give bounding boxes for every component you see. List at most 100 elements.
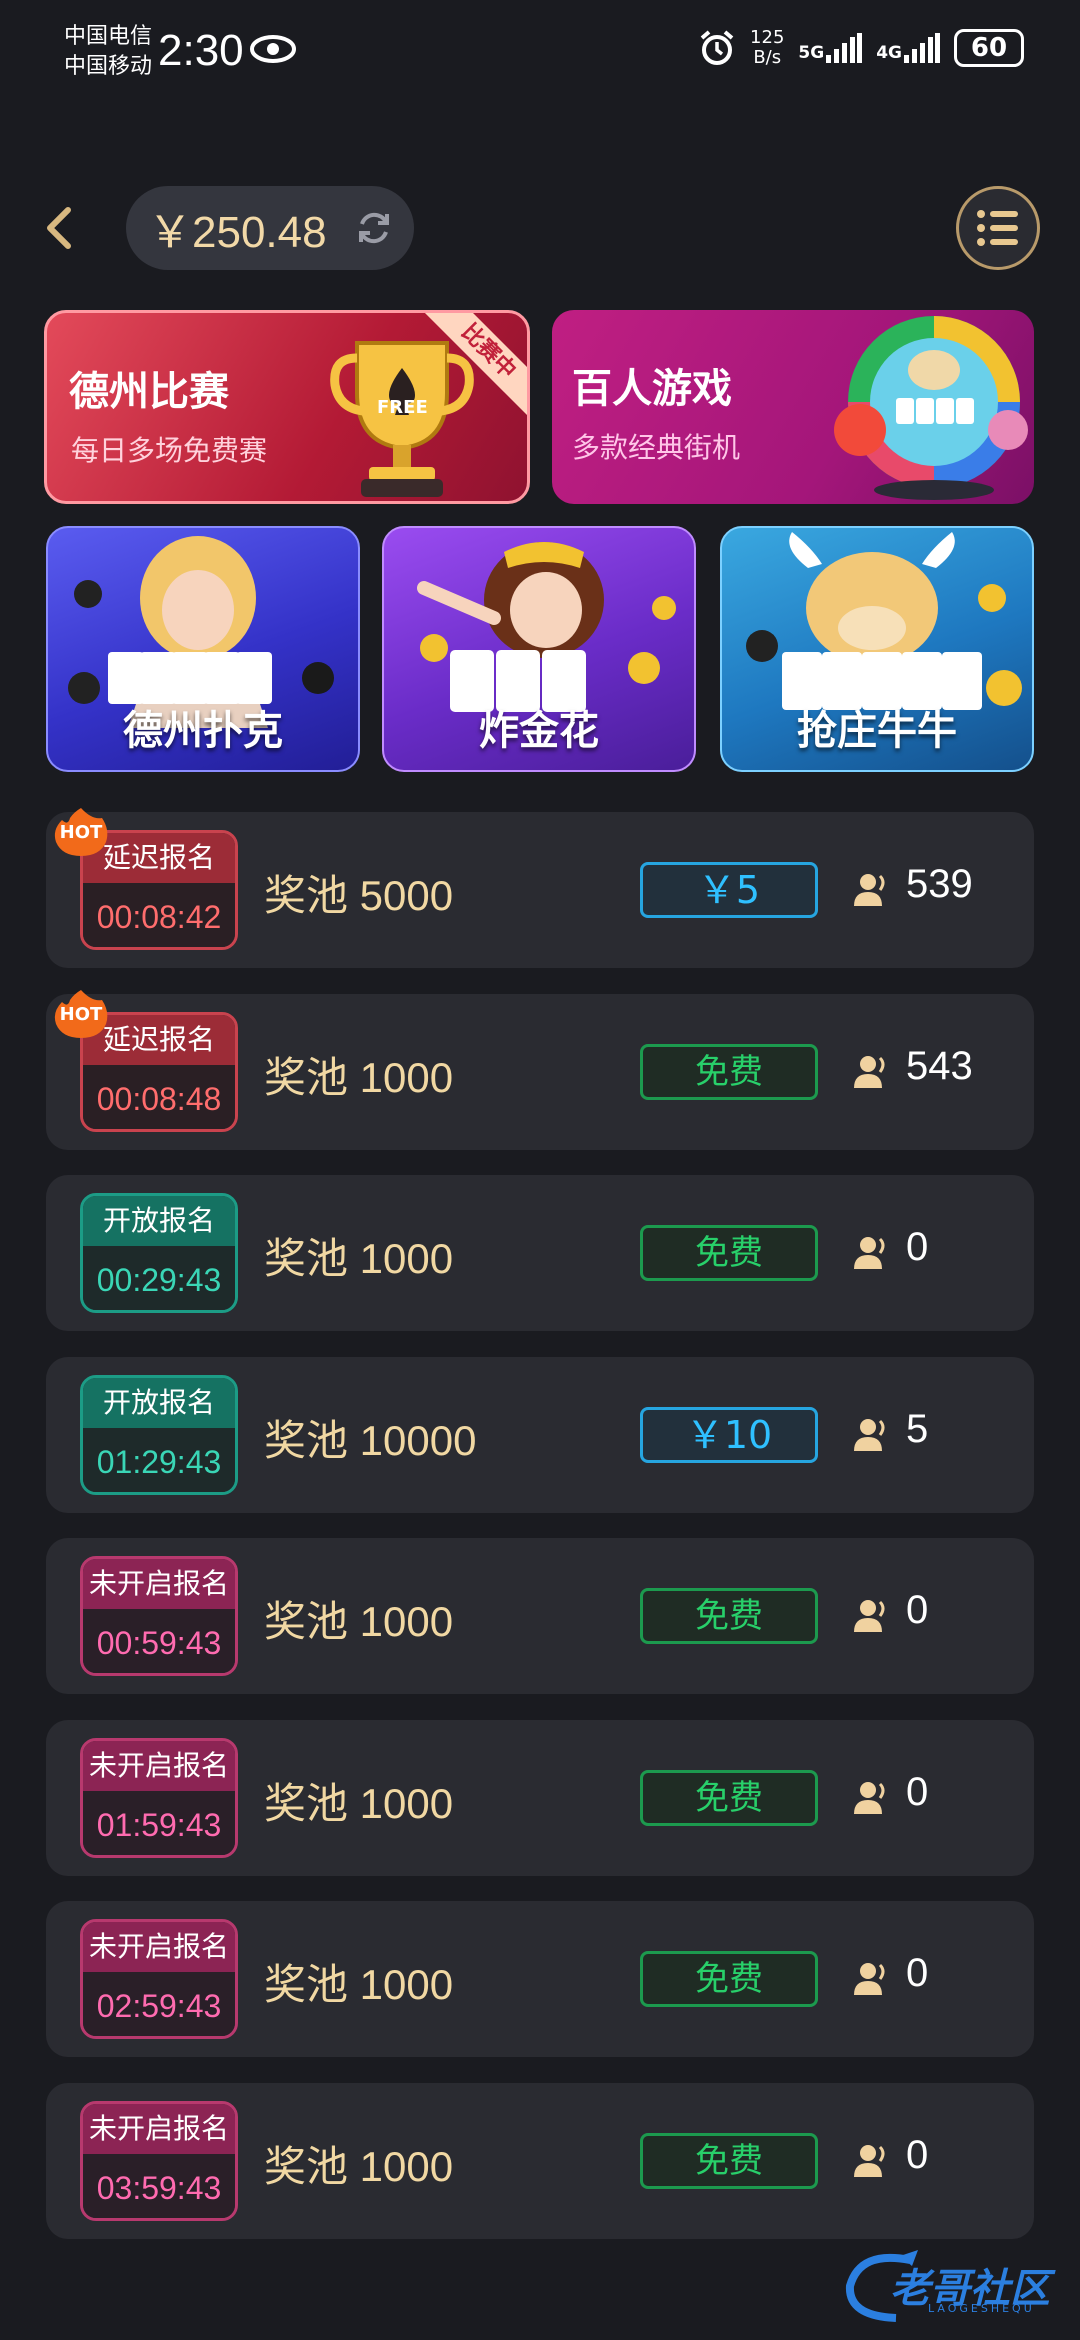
countdown-timer: 00:08:42 — [83, 883, 235, 947]
refresh-icon[interactable] — [354, 208, 394, 248]
registration-status-box: 开放报名 00:29:43 — [80, 1193, 238, 1313]
countdown-timer: 00:59:43 — [83, 1609, 235, 1673]
tournament-row[interactable]: 开放报名 00:29:43 奖池 1000 免费 0 — [46, 1175, 1034, 1331]
game-tile-qiangzhuang-niuniu[interactable]: 抢庄牛牛 — [720, 526, 1034, 772]
user-icon — [854, 1600, 885, 1632]
menu-button[interactable] — [956, 186, 1040, 270]
entry-fee-button[interactable]: ￥5 — [640, 862, 818, 918]
entry-fee-button[interactable]: 免费 — [640, 2133, 818, 2189]
alarm-icon — [700, 30, 734, 65]
signal-4g-label: 4G — [876, 43, 902, 63]
registration-status: 未开启报名 — [83, 2104, 235, 2154]
user-icon — [854, 1056, 885, 1088]
back-arrow-icon[interactable] — [38, 200, 78, 256]
countdown-timer: 01:59:43 — [83, 1791, 235, 1855]
entry-fee-button[interactable]: 免费 — [640, 1770, 818, 1826]
banner-subtitle: 每日多场免费赛 — [71, 434, 268, 467]
hot-badge: HOT — [50, 806, 112, 856]
tournament-row[interactable]: 开放报名 01:29:43 奖池 10000 ￥10 5 — [46, 1357, 1034, 1513]
entry-fee-button[interactable]: 免费 — [640, 1951, 818, 2007]
countdown-timer: 01:29:43 — [83, 1428, 235, 1492]
net-speed: 125 B/s — [750, 28, 784, 68]
status-bar: 中国电信 中国移动 2:30 125 B/s 5G 4G 60 — [0, 0, 1080, 110]
balance-amount: ￥250.48 — [148, 208, 327, 257]
registration-status-box: 未开启报名 02:59:43 — [80, 1919, 238, 2039]
carrier-info: 中国电信 中国移动 — [64, 22, 152, 82]
user-icon — [854, 1237, 885, 1269]
roulette-wheel-icon — [834, 316, 1028, 500]
prize-pool: 奖池 1000 — [264, 1235, 454, 1282]
entry-fee-button[interactable]: 免费 — [640, 1588, 818, 1644]
player-count: 0 — [906, 1770, 929, 1814]
signal-4g: 4G — [876, 33, 940, 63]
carrier-1: 中国电信 — [64, 24, 153, 49]
countdown-timer: 00:29:43 — [83, 1246, 235, 1310]
screen: 中国电信 中国移动 2:30 125 B/s 5G 4G 60 ￥250.48 … — [0, 0, 1080, 2340]
carrier-2: 中国移动 — [64, 54, 153, 79]
hundred-player-games-banner[interactable]: 百人游戏 多款经典街机 — [552, 310, 1034, 504]
user-icon — [854, 1782, 885, 1814]
registration-status-box: 开放报名 01:29:43 — [80, 1375, 238, 1495]
game-tile-label: 炸金花 — [479, 708, 599, 754]
user-icon — [854, 2145, 885, 2177]
texas-tournament-banner[interactable]: 德州比赛 每日多场免费赛 FREE 比赛中 — [44, 310, 530, 504]
trophy-label: FREE — [377, 397, 428, 418]
registration-status-box: 未开启报名 01:59:43 — [80, 1738, 238, 1858]
registration-status-box: 未开启报名 03:59:43 — [80, 2101, 238, 2221]
prize-pool: 奖池 1000 — [264, 1598, 454, 1645]
watermark-subtext: LAOGESHEQU — [928, 2302, 1035, 2315]
player-count: 0 — [906, 1951, 929, 1995]
user-icon — [854, 874, 885, 906]
tournament-row[interactable]: 未开启报名 02:59:43 奖池 1000 免费 0 — [46, 1901, 1034, 2057]
prize-pool: 奖池 1000 — [264, 1054, 454, 1101]
player-count: 5 — [906, 1407, 929, 1451]
registration-status: 未开启报名 — [83, 1922, 235, 1972]
user-icon — [854, 1419, 885, 1451]
tournament-row[interactable]: 未开启报名 00:59:43 奖池 1000 免费 0 — [46, 1538, 1034, 1694]
registration-status: 开放报名 — [83, 1196, 235, 1246]
tournament-row[interactable]: 未开启报名 01:59:43 奖池 1000 免费 0 — [46, 1720, 1034, 1876]
entry-fee-button[interactable]: 免费 — [640, 1225, 818, 1281]
registration-status: 未开启报名 — [83, 1741, 235, 1791]
player-count: 0 — [906, 1588, 929, 1632]
player-count: 0 — [906, 1225, 929, 1269]
entry-fee-button[interactable]: 免费 — [640, 1044, 818, 1100]
entry-fee-button[interactable]: ￥10 — [640, 1407, 818, 1463]
tournament-row[interactable]: 延迟报名 00:08:42 HOT 奖池 5000 ￥5 539 — [46, 808, 1034, 968]
prize-pool: 奖池 10000 — [264, 1417, 477, 1464]
status-icons: 125 B/s 5G 4G 60 — [698, 28, 1024, 68]
hot-label: HOT — [59, 822, 103, 843]
watermark-logo: 老哥社区 LAOGESHEQU — [840, 2246, 1070, 2326]
banner-title: 百人游戏 — [572, 366, 732, 412]
signal-bars-icon — [826, 33, 863, 63]
tournament-row[interactable]: 未开启报名 03:59:43 奖池 1000 免费 0 — [46, 2083, 1034, 2239]
countdown-timer: 00:08:48 — [83, 1065, 235, 1129]
clock: 2:30 — [158, 26, 244, 75]
eye-icon — [250, 35, 296, 63]
signal-bars-icon — [904, 33, 940, 63]
hot-label: HOT — [59, 1004, 103, 1025]
countdown-timer: 02:59:43 — [83, 1972, 235, 2036]
prize-pool: 奖池 5000 — [264, 872, 454, 919]
hot-badge: HOT — [50, 988, 112, 1038]
prize-pool: 奖池 1000 — [264, 2143, 454, 2190]
tournament-row[interactable]: 延迟报名 00:08:48 HOT 奖池 1000 免费 543 — [46, 990, 1034, 1150]
net-speed-unit: B/s — [753, 47, 782, 68]
registration-status: 未开启报名 — [83, 1559, 235, 1609]
prize-pool: 奖池 1000 — [264, 1780, 454, 1827]
net-speed-value: 125 — [750, 27, 785, 48]
prize-pool: 奖池 1000 — [264, 1961, 454, 2008]
game-tile-zhajinhua[interactable]: 炸金花 — [382, 526, 696, 772]
list-menu-icon — [977, 210, 1018, 246]
countdown-timer: 03:59:43 — [83, 2154, 235, 2218]
battery-indicator: 60 — [954, 29, 1024, 67]
game-tile-label: 德州扑克 — [123, 708, 283, 754]
banner-subtitle: 多款经典街机 — [572, 431, 741, 464]
game-tile-label: 抢庄牛牛 — [797, 708, 957, 754]
registration-status: 开放报名 — [83, 1378, 235, 1428]
balance-display: ￥250.48 — [126, 186, 414, 270]
signal-5g: 5G — [798, 33, 863, 63]
banner-title: 德州比赛 — [69, 369, 229, 415]
game-tile-texas-poker[interactable]: 德州扑克 — [46, 526, 360, 772]
player-count: 543 — [906, 1044, 973, 1088]
